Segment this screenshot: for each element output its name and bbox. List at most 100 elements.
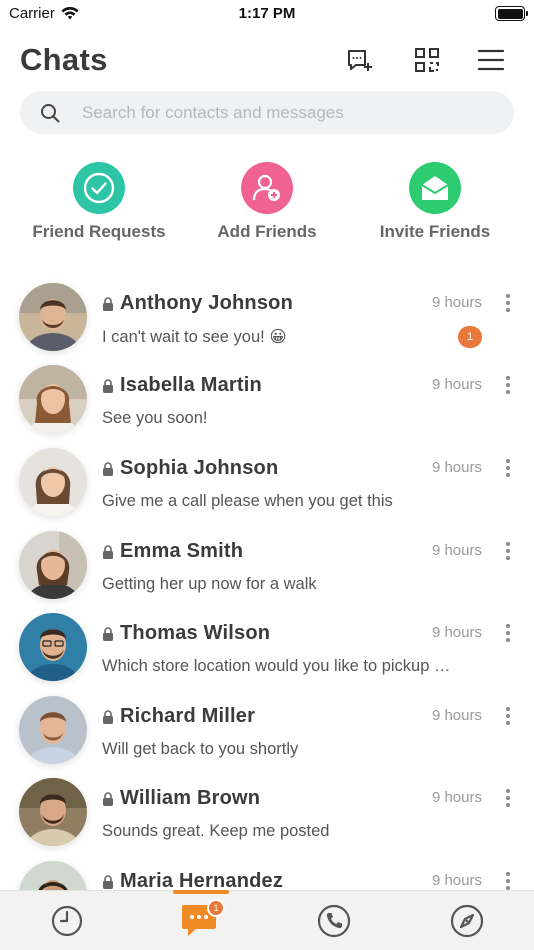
more-options-icon[interactable]: [502, 457, 514, 479]
chat-name: Richard Miller: [120, 705, 256, 727]
more-options-icon[interactable]: [502, 622, 514, 644]
chat-time: 9 hours: [431, 542, 482, 559]
scan-qr-button[interactable]: [411, 44, 443, 76]
chat-time: 9 hours: [431, 707, 482, 724]
chat-time: 9 hours: [431, 789, 482, 806]
chat-time: 9 hours: [431, 294, 482, 311]
chat-name: Sophia Johnson: [120, 457, 279, 479]
avatar: [19, 365, 87, 433]
new-message-icon: [348, 50, 372, 71]
quick-actions: Friend Requests Add Friends Invite Frien…: [0, 162, 534, 244]
menu-button[interactable]: [475, 44, 507, 76]
more-options-icon[interactable]: [502, 705, 514, 727]
invite-friends-label: Invite Friends: [379, 222, 491, 241]
chat-name-wrap: Maria Hernandez: [102, 870, 283, 890]
add-user-icon: [252, 174, 280, 201]
chat-row-thomas-wilson[interactable]: Thomas Wilson 9 hours Which store locati…: [0, 608, 534, 690]
avatar: [19, 778, 87, 846]
more-options-icon[interactable]: [502, 292, 514, 314]
friend-requests-label: Friend Requests: [32, 222, 166, 241]
tab-bar: 1: [0, 890, 534, 950]
hamburger-menu-icon: [477, 49, 505, 71]
chat-row-emma-smith[interactable]: Emma Smith 9 hours Getting her up now fo…: [0, 526, 534, 608]
chat-name-wrap: Richard Miller: [102, 705, 255, 728]
chat-message-preview: Give me a call please when you get this: [102, 492, 393, 510]
lock-icon: [103, 461, 113, 476]
chat-name-wrap: Emma Smith: [102, 540, 243, 563]
chat-row-richard-miller[interactable]: Richard Miller 9 hours Will get back to …: [0, 691, 534, 773]
tab-calls[interactable]: [267, 891, 400, 950]
avatar: [19, 448, 87, 516]
chat-time: 9 hours: [431, 872, 482, 889]
chat-name-wrap: William Brown: [102, 787, 260, 810]
chat-name: William Brown: [120, 787, 261, 809]
header: Chats: [0, 36, 534, 84]
chat-message-preview: Will get back to you shortly: [102, 740, 299, 758]
battery-icon: [495, 6, 528, 21]
lock-icon: [103, 626, 113, 641]
lock-icon: [103, 296, 113, 311]
new-chat-button[interactable]: [343, 44, 375, 76]
avatar: [19, 531, 87, 599]
page-title: Chats: [20, 42, 108, 77]
lock-icon: [103, 874, 113, 889]
chat-row-maria-hernandez[interactable]: Maria Hernandez 9 hours: [0, 856, 534, 890]
chat-message-preview: I can't wait to see you! 😀: [102, 328, 287, 346]
compass-icon: [450, 904, 483, 938]
chat-name: Maria Hernandez: [120, 870, 284, 890]
chat-row-sophia-johnson[interactable]: Sophia Johnson 9 hours Give me a call pl…: [0, 443, 534, 525]
chat-message-preview: Sounds great. Keep me posted: [102, 822, 330, 840]
tab-unread-badge: 1: [207, 899, 225, 917]
chat-name: Anthony Johnson: [120, 292, 293, 314]
lock-icon: [103, 378, 113, 393]
avatar: [19, 861, 87, 890]
status-bar: Carrier 1:17 PM: [0, 0, 534, 30]
chat-row-isabella-martin[interactable]: Isabella Martin 9 hours See you soon!: [0, 360, 534, 442]
qr-code-icon: [415, 48, 439, 72]
tab-history[interactable]: [0, 891, 133, 950]
chat-time: 9 hours: [431, 376, 482, 393]
chat-row-anthony-johnson[interactable]: Anthony Johnson 9 hours I can't wait to …: [0, 278, 534, 360]
chat-time: 9 hours: [431, 624, 482, 641]
chat-name: Isabella Martin: [120, 374, 262, 396]
chat-message-preview: See you soon!: [102, 409, 208, 427]
add-friends-circle: [241, 162, 293, 214]
unread-badge: 1: [458, 326, 482, 348]
search-bar[interactable]: [20, 91, 514, 134]
search-input[interactable]: [82, 102, 482, 123]
chat-name: Thomas Wilson: [120, 622, 271, 644]
more-options-icon[interactable]: [502, 374, 514, 396]
chat-name: Emma Smith: [120, 540, 244, 562]
more-options-icon[interactable]: [502, 540, 514, 562]
history-icon: [51, 905, 82, 937]
add-friends-label: Add Friends: [217, 222, 317, 241]
tab-discover[interactable]: [400, 891, 533, 950]
chat-message-preview: Which store location would you like to p…: [102, 657, 451, 675]
avatar: [19, 696, 87, 764]
invite-friends-circle: [409, 162, 461, 214]
lock-icon: [103, 544, 113, 559]
active-tab-indicator: [173, 890, 229, 894]
open-envelope-icon: [421, 176, 449, 200]
more-options-icon[interactable]: [502, 870, 514, 890]
status-time: 1:17 PM: [238, 5, 296, 22]
chat-name-wrap: Isabella Martin: [102, 374, 262, 397]
chat-name-wrap: Thomas Wilson: [102, 622, 270, 645]
add-friends-action[interactable]: Add Friends: [182, 162, 352, 242]
invite-friends-action[interactable]: Invite Friends: [350, 162, 520, 242]
chat-time: 9 hours: [431, 459, 482, 476]
more-options-icon[interactable]: [502, 787, 514, 809]
chat-message-preview: Getting her up now for a walk: [102, 575, 317, 593]
avatar: [19, 613, 87, 681]
friend-requests-action[interactable]: Friend Requests: [14, 162, 184, 242]
chat-row-william-brown[interactable]: William Brown 9 hours Sounds great. Keep…: [0, 773, 534, 855]
tab-chats[interactable]: 1: [133, 890, 266, 950]
lock-icon: [103, 791, 113, 806]
phone-icon: [317, 904, 350, 938]
lock-icon: [103, 709, 113, 724]
avatar: [19, 283, 87, 351]
friend-requests-circle: [73, 162, 125, 214]
check-circle-icon: [83, 172, 115, 204]
chat-name-wrap: Anthony Johnson: [102, 292, 293, 315]
search-icon: [41, 103, 60, 122]
